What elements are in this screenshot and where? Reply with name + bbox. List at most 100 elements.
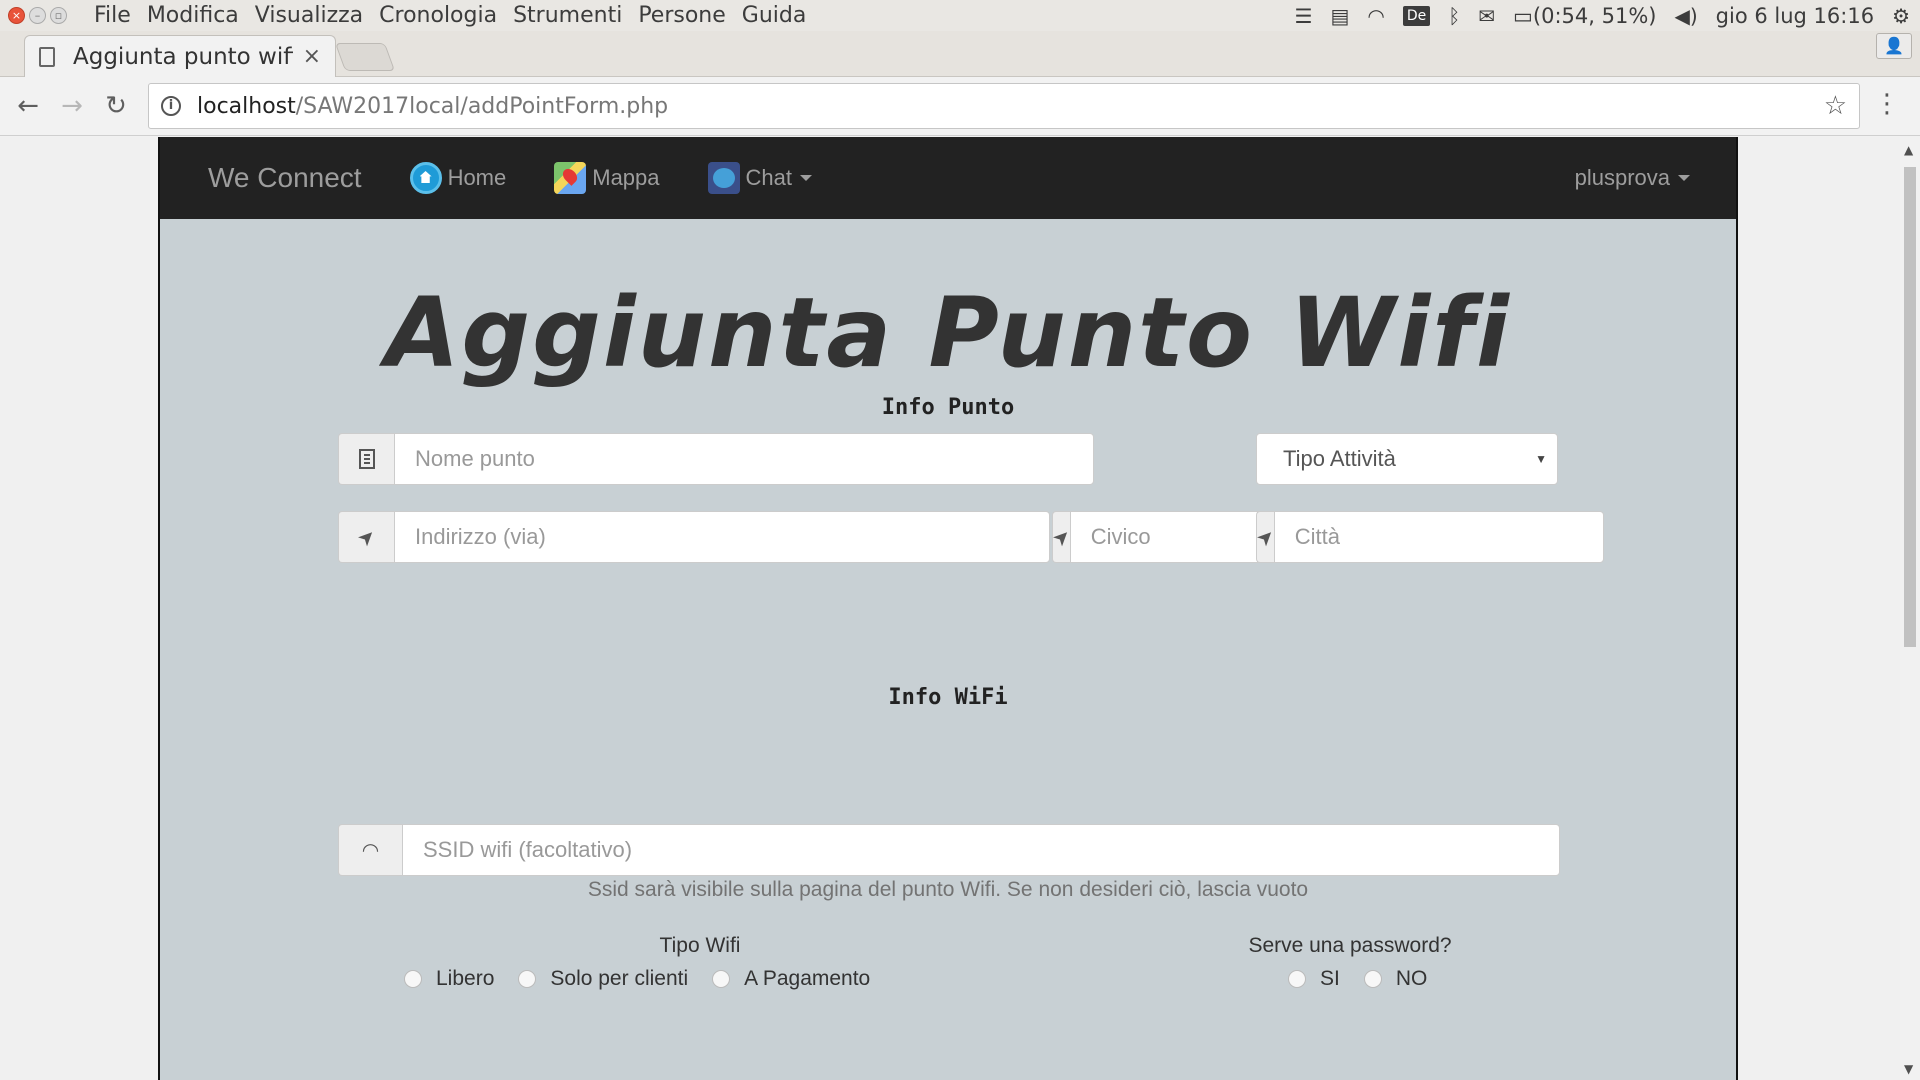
radio-solo-clienti[interactable] <box>518 970 537 988</box>
wifi-type-label: Tipo Wifi <box>659 934 741 957</box>
site-navbar: We Connect Home Mappa Chat plusprova <box>160 137 1736 219</box>
url-host: localhost <box>197 93 296 119</box>
address-input[interactable] <box>394 511 1050 563</box>
nav-home-label: Home <box>447 165 507 190</box>
page-viewport: We Connect Home Mappa Chat plusprova Agg… <box>0 137 1900 1080</box>
radio-no[interactable] <box>1363 970 1382 988</box>
gear-icon[interactable]: ⚙ <box>1892 4 1910 28</box>
password-label: Serve una password? <box>1248 934 1452 957</box>
window-controls: × – ▫ <box>0 7 86 24</box>
caret-down-icon <box>1678 175 1690 181</box>
keyboard-layout-indicator[interactable]: De <box>1402 5 1431 26</box>
forward-icon[interactable]: → <box>50 91 94 121</box>
page-scrollbar[interactable]: ▲ ▼ <box>1900 137 1920 1080</box>
reload-icon[interactable]: ↻ <box>94 91 138 121</box>
profile-button[interactable]: 👤 <box>1876 33 1912 59</box>
window-maximize-button[interactable]: ▫ <box>50 7 67 24</box>
tab-strip: Aggiunta punto wifi × 👤 <box>0 31 1920 77</box>
menu-modifica[interactable]: Modifica <box>139 3 247 28</box>
chat-icon <box>707 162 740 194</box>
scroll-down-icon[interactable]: ▼ <box>1904 1062 1913 1076</box>
radio-no-label[interactable]: NO <box>1396 967 1428 991</box>
window-close-button[interactable]: × <box>8 7 25 24</box>
clock[interactable]: gio 6 lug 16:16 <box>1716 4 1874 28</box>
password-options: SI NO <box>1288 967 1451 991</box>
mail-icon[interactable]: ✉ <box>1478 4 1495 28</box>
user-name: plusprova <box>1574 165 1670 190</box>
info-icon[interactable]: i <box>161 96 181 116</box>
app-menu: File Modifica Visualizza Cronologia Stru… <box>86 3 814 28</box>
nav-map[interactable]: Mappa <box>554 162 660 194</box>
name-input-group <box>338 433 1094 485</box>
radio-solo-clienti-label[interactable]: Solo per clienti <box>550 967 688 991</box>
url-path: /SAW2017local/addPointForm.php <box>295 93 669 119</box>
menu-file[interactable]: File <box>86 3 139 28</box>
wifi-icon[interactable]: ◠ <box>1367 4 1384 28</box>
new-tab-button[interactable] <box>334 43 396 71</box>
ssid-input-group: ◠ <box>338 824 1560 876</box>
building-icon <box>338 433 394 485</box>
radio-pagamento-label[interactable]: A Pagamento <box>744 967 870 991</box>
address-bar[interactable]: i localhost/SAW2017local/addPointForm.ph… <box>148 83 1860 129</box>
radio-si[interactable] <box>1288 970 1306 988</box>
window-minimize-button[interactable]: – <box>29 7 46 24</box>
tab-title: Aggiunta punto wifi <box>73 43 293 70</box>
caret-down-icon <box>800 175 813 181</box>
bookmark-star-icon[interactable]: ☆ <box>1824 91 1847 121</box>
home-icon <box>409 162 442 194</box>
menu-visualizza[interactable]: Visualizza <box>247 3 371 28</box>
clipboard-icon[interactable]: ▤ <box>1331 4 1350 28</box>
brand-link[interactable]: We Connect <box>208 162 362 194</box>
nav-map-label: Mappa <box>592 165 660 190</box>
radio-pagamento[interactable] <box>712 970 731 988</box>
list-icon[interactable]: ☰ <box>1295 4 1313 28</box>
back-icon[interactable]: ← <box>6 91 50 121</box>
location-arrow-icon: ➤ <box>338 511 394 563</box>
battery-text: (0:54, 51%) <box>1532 3 1657 28</box>
os-top-bar: × – ▫ File Modifica Visualizza Cronologi… <box>0 0 1920 31</box>
document-icon <box>39 46 55 67</box>
browser-menu-icon[interactable]: ⋮ <box>1874 89 1900 119</box>
location-arrow-icon: ➤ <box>1251 511 1280 563</box>
section-title-wifi: Info WiFi <box>888 685 1008 710</box>
radio-libero-label[interactable]: Libero <box>436 967 494 991</box>
menu-cronologia[interactable]: Cronologia <box>371 3 505 28</box>
city-input[interactable] <box>1273 511 1604 563</box>
activity-type-select[interactable]: Tipo Attività ▼ <box>1256 433 1558 485</box>
scroll-thumb[interactable] <box>1904 167 1916 647</box>
wifi-icon: ◠ <box>338 824 402 876</box>
tab-close-icon[interactable]: × <box>303 44 321 69</box>
nav-chat-label: Chat <box>745 165 793 190</box>
ssid-input[interactable] <box>402 824 1560 876</box>
battery-status[interactable]: ▭(0:54, 51%) <box>1513 4 1656 28</box>
street-number-input-group: ➤ <box>1047 511 1400 563</box>
radio-libero[interactable] <box>404 970 422 988</box>
location-arrow-icon: ➤ <box>1047 511 1076 563</box>
name-input[interactable] <box>394 433 1094 485</box>
wifi-type-options: Libero Solo per clienti A Pagamento <box>404 967 894 991</box>
section-title-point: Info Punto <box>881 395 1015 420</box>
menu-guida[interactable]: Guida <box>734 3 815 28</box>
nav-home[interactable]: Home <box>409 162 507 194</box>
system-tray: ☰ ▤ ◠ De ᛒ ✉ ▭(0:54, 51%) ◀) gio 6 lug 1… <box>1295 0 1910 31</box>
user-dropdown[interactable]: plusprova <box>1575 165 1690 191</box>
browser-tab[interactable]: Aggiunta punto wifi × <box>24 35 336 77</box>
person-icon: 👤 <box>1884 36 1904 55</box>
menu-strumenti[interactable]: Strumenti <box>505 3 630 28</box>
page-title: Aggiunta Punto Wifi <box>385 277 1511 389</box>
radio-si-label[interactable]: SI <box>1320 967 1340 991</box>
toolbar: ← → ↻ i localhost/SAW2017local/addPointF… <box>0 77 1920 136</box>
bluetooth-icon[interactable]: ᛒ <box>1448 4 1460 28</box>
battery-icon: ▭ <box>1513 3 1533 28</box>
volume-icon[interactable]: ◀) <box>1674 4 1697 28</box>
address-input-group: ➤ <box>338 511 1050 563</box>
page-container: We Connect Home Mappa Chat plusprova Agg… <box>158 137 1738 1080</box>
ssid-help-text: Ssid sarà visibile sulla pagina del punt… <box>587 878 1309 901</box>
map-icon <box>554 162 587 194</box>
scroll-up-icon[interactable]: ▲ <box>1904 143 1913 157</box>
menu-persone[interactable]: Persone <box>630 3 733 28</box>
nav-chat-dropdown[interactable]: Chat <box>707 162 813 194</box>
city-input-group: ➤ <box>1251 511 1604 563</box>
activity-type-value: Tipo Attività <box>1283 446 1396 471</box>
select-arrow-icon: ▼ <box>1535 452 1547 466</box>
